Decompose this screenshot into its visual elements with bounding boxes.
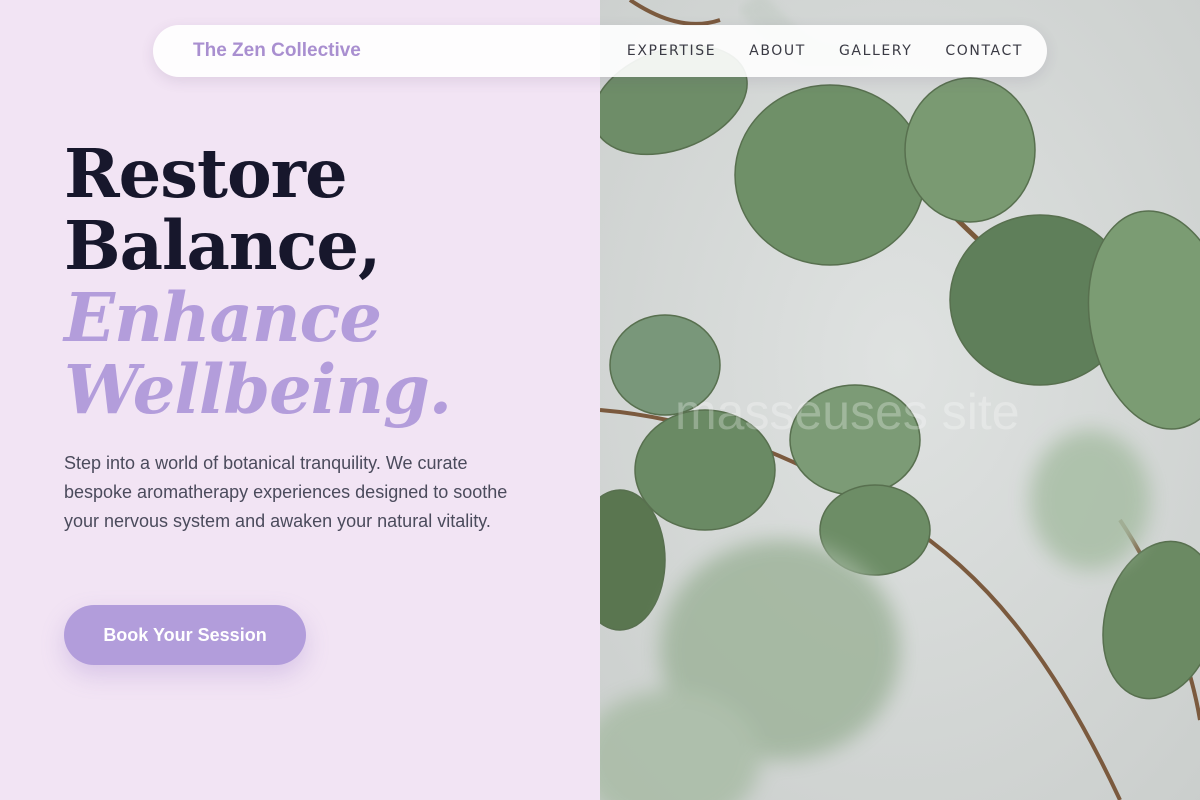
nav-link-gallery[interactable]: GALLERY — [839, 43, 912, 59]
top-navbar: The Zen Collective EXPERTISE ABOUT GALLE… — [153, 25, 1047, 77]
hero-description: Step into a world of botanical tranquili… — [64, 453, 508, 531]
headline-accent-line-2: Wellbeing. — [64, 350, 452, 429]
nav-link-contact[interactable]: CONTACT — [945, 43, 1023, 59]
headline-line-2: Balance, — [64, 206, 381, 285]
headline-line-1: Restore — [64, 134, 348, 213]
image-watermark: masseuses site — [675, 384, 1020, 440]
brand-logo[interactable]: The Zen Collective — [177, 40, 361, 62]
headline-accent-line-1: Enhance — [64, 278, 382, 357]
nav-link-expertise[interactable]: EXPERTISE — [627, 43, 716, 59]
book-session-button[interactable]: Book Your Session — [64, 605, 306, 665]
hero-headline: Restore Balance, Enhance Wellbeing. — [64, 134, 452, 429]
nav-link-about[interactable]: ABOUT — [749, 43, 806, 59]
nav-links: EXPERTISE ABOUT GALLERY CONTACT — [594, 43, 1023, 59]
